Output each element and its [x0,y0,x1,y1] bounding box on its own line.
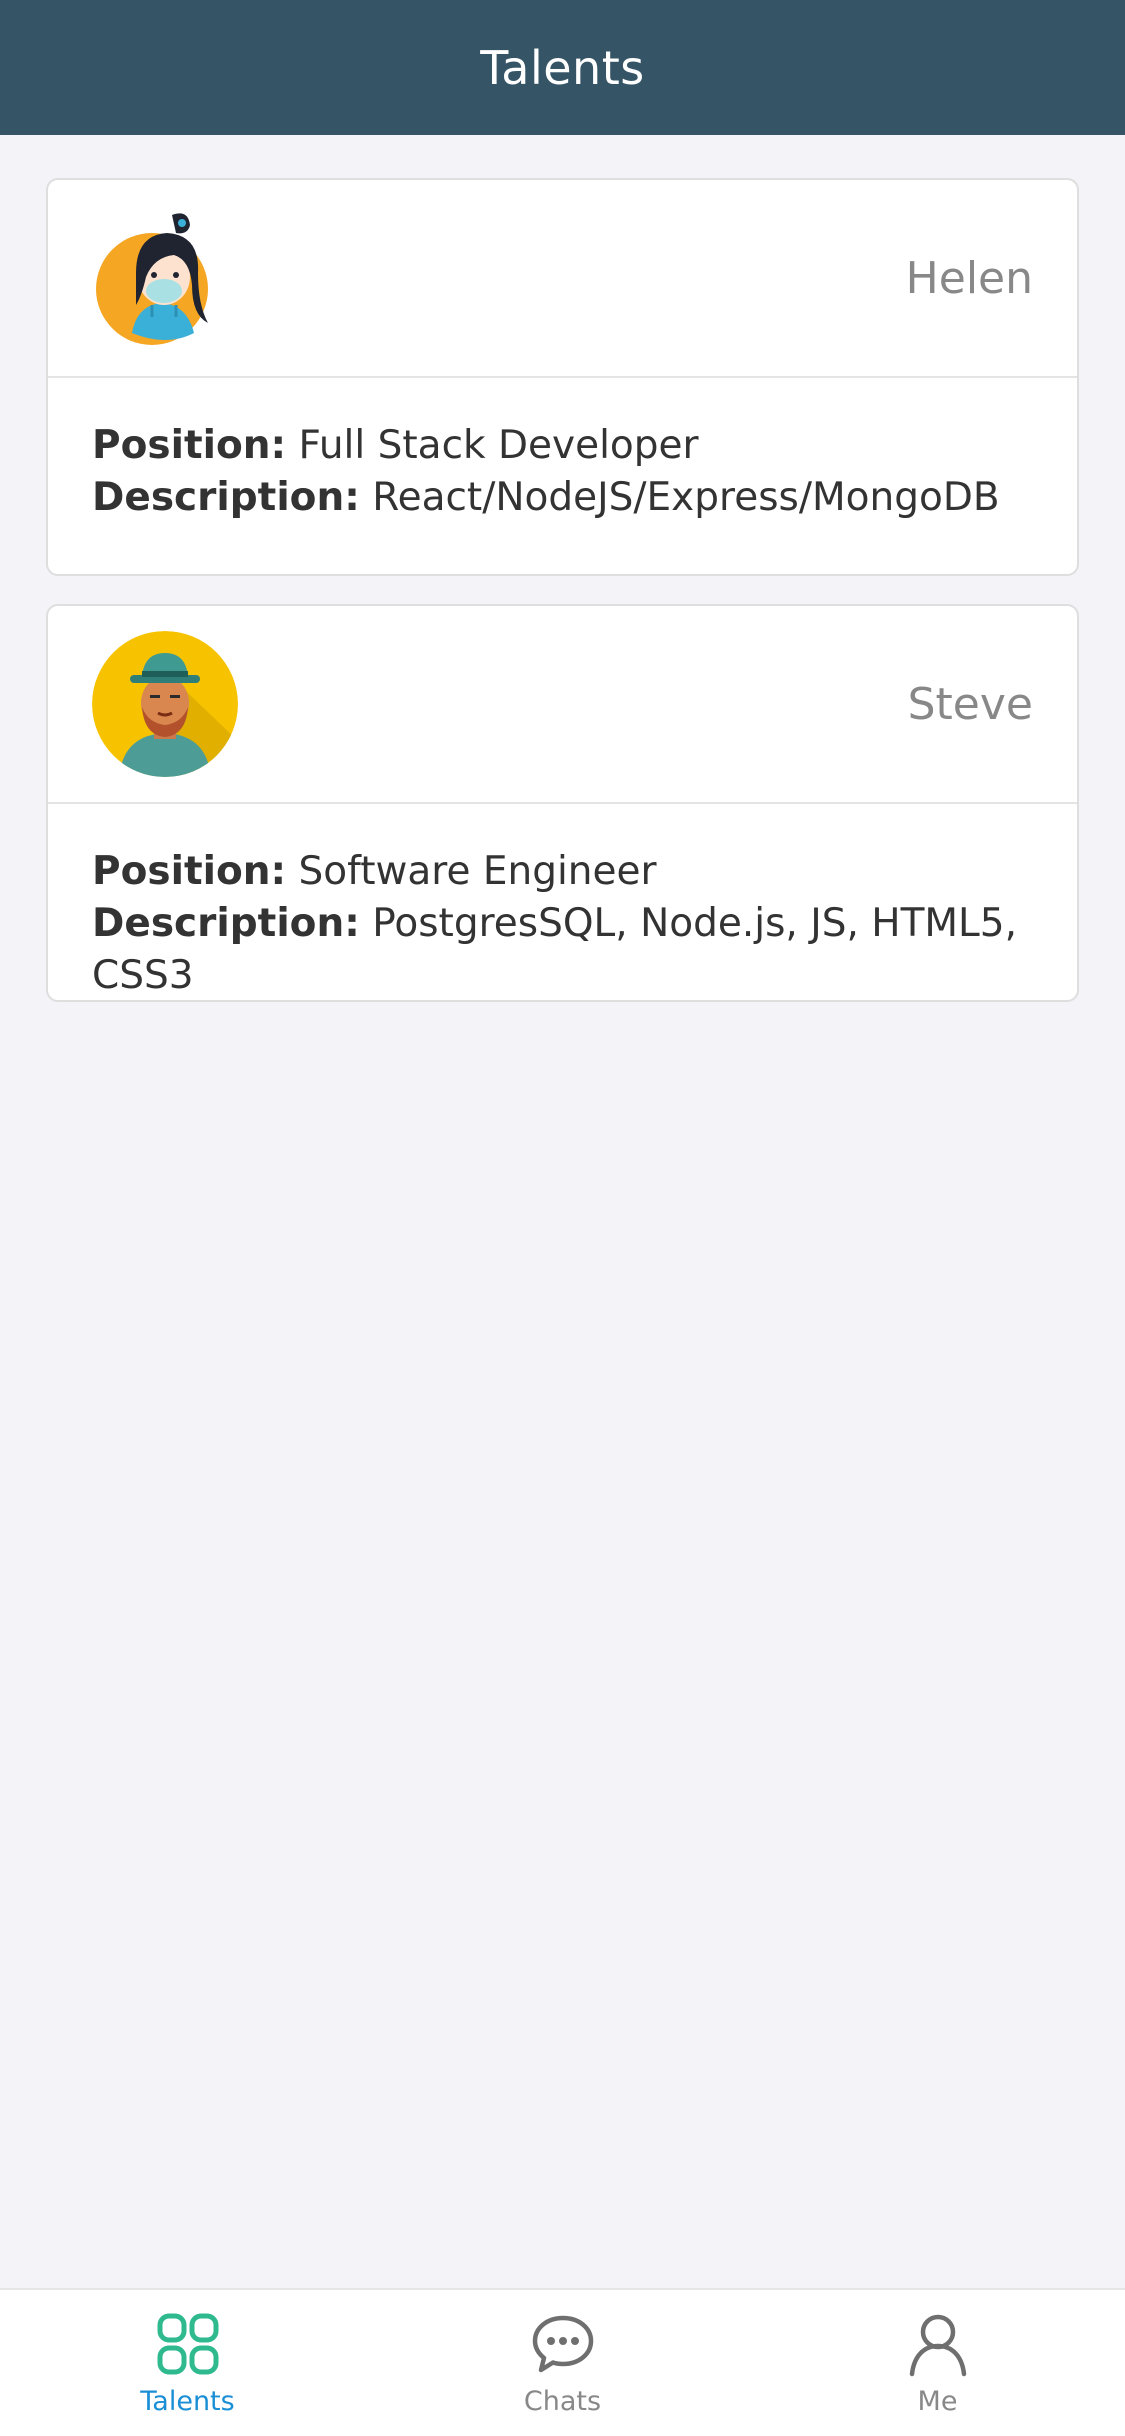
talent-card[interactable]: Steve Position: Software Engineer Descri… [46,604,1079,1002]
description-value: React/NodeJS/Express/MongoDB [372,475,1000,520]
talent-name: Steve [907,678,1033,730]
position-label: Position: [92,423,287,468]
tab-chats[interactable]: Chats [375,2290,750,2436]
male-avatar-icon [92,631,238,777]
chat-bubble-icon [532,2315,593,2373]
description-row: Description: PostgresSQL, Node.js, JS, H… [92,898,1033,1002]
talent-list: Helen Position: Full Stack Developer Des… [46,178,1079,1030]
talent-card[interactable]: Helen Position: Full Stack Developer Des… [46,178,1079,576]
tab-me[interactable]: Me [750,2290,1125,2436]
description-label: Description: [92,901,360,946]
talent-card-header: Steve [48,606,1077,804]
user-icon [909,2314,966,2377]
bottom-tab-bar: Talents Chats Me [0,2288,1125,2436]
position-row: Position: Full Stack Developer [92,420,1033,472]
talent-card-header: Helen [48,180,1077,378]
description-label: Description: [92,475,360,520]
position-value: Software Engineer [298,849,657,894]
tab-talents[interactable]: Talents [0,2290,375,2436]
position-value: Full Stack Developer [298,423,699,468]
talent-name: Helen [905,252,1033,304]
page-title: Talents [480,40,645,95]
tab-label: Talents [140,2386,235,2417]
grid-icon [157,2313,218,2375]
app-header: Talents [0,0,1125,135]
tab-label: Me [917,2386,958,2417]
position-row: Position: Software Engineer [92,846,1033,898]
talent-details: Position: Software Engineer Description:… [48,804,1077,1002]
talent-details: Position: Full Stack Developer Descripti… [48,378,1077,524]
female-avatar-icon [92,205,238,351]
tab-label: Chats [523,2386,602,2417]
position-label: Position: [92,849,287,894]
description-row: Description: React/NodeJS/Express/MongoD… [92,472,1033,524]
